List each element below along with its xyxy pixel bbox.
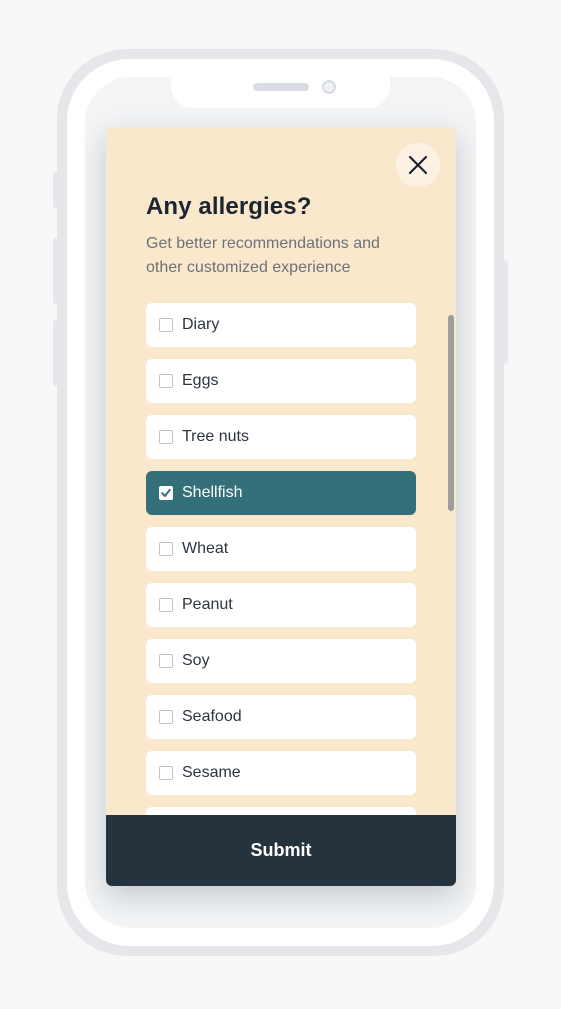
- allergy-option-tree-nuts[interactable]: Tree nuts: [146, 415, 416, 459]
- checkbox[interactable]: [159, 598, 173, 612]
- allergy-label: Sesame: [182, 764, 241, 781]
- checkbox-checked[interactable]: [159, 486, 173, 500]
- allergy-label: Tree nuts: [182, 428, 249, 445]
- phone-notch: [171, 77, 390, 108]
- checkbox[interactable]: [159, 766, 173, 780]
- checkbox[interactable]: [159, 654, 173, 668]
- close-icon: [408, 155, 428, 175]
- allergy-label: Peanut: [182, 596, 233, 613]
- modal-subtitle: Get better recommendations and other cus…: [146, 235, 380, 276]
- allergy-label: Eggs: [182, 372, 219, 389]
- allergy-option-sesame[interactable]: Sesame: [146, 751, 416, 795]
- allergy-option-shellfish[interactable]: Shellfish: [146, 471, 416, 515]
- allergy-option-seafood[interactable]: Seafood: [146, 695, 416, 739]
- checkbox[interactable]: [159, 374, 173, 388]
- checkbox[interactable]: [159, 710, 173, 724]
- allergy-option-eggs[interactable]: Eggs: [146, 359, 416, 403]
- allergy-option-diary[interactable]: Diary: [146, 303, 416, 347]
- allergy-label: Diary: [182, 316, 220, 333]
- speaker-grille: [253, 83, 309, 91]
- checkbox[interactable]: [159, 542, 173, 556]
- allergy-label: Shellfish: [182, 484, 243, 501]
- submit-button[interactable]: Submit: [106, 815, 456, 886]
- allergy-label: Wheat: [182, 540, 229, 557]
- allergy-label: Soy: [182, 652, 210, 669]
- allergy-option-soy[interactable]: Soy: [146, 639, 416, 683]
- close-button[interactable]: [396, 143, 440, 187]
- checkbox[interactable]: [159, 318, 173, 332]
- camera-icon: [322, 80, 336, 94]
- checkbox[interactable]: [159, 430, 173, 444]
- modal-title: Any allergies?: [146, 193, 312, 220]
- checkmark-icon: [161, 488, 171, 497]
- allergy-option-wheat[interactable]: Wheat: [146, 527, 416, 571]
- allergy-label: Seafood: [182, 708, 242, 725]
- allergy-option-peanut[interactable]: Peanut: [146, 583, 416, 627]
- list-scrollbar[interactable]: [448, 315, 454, 511]
- allergies-modal: Any allergies? Get better recommendation…: [106, 127, 456, 886]
